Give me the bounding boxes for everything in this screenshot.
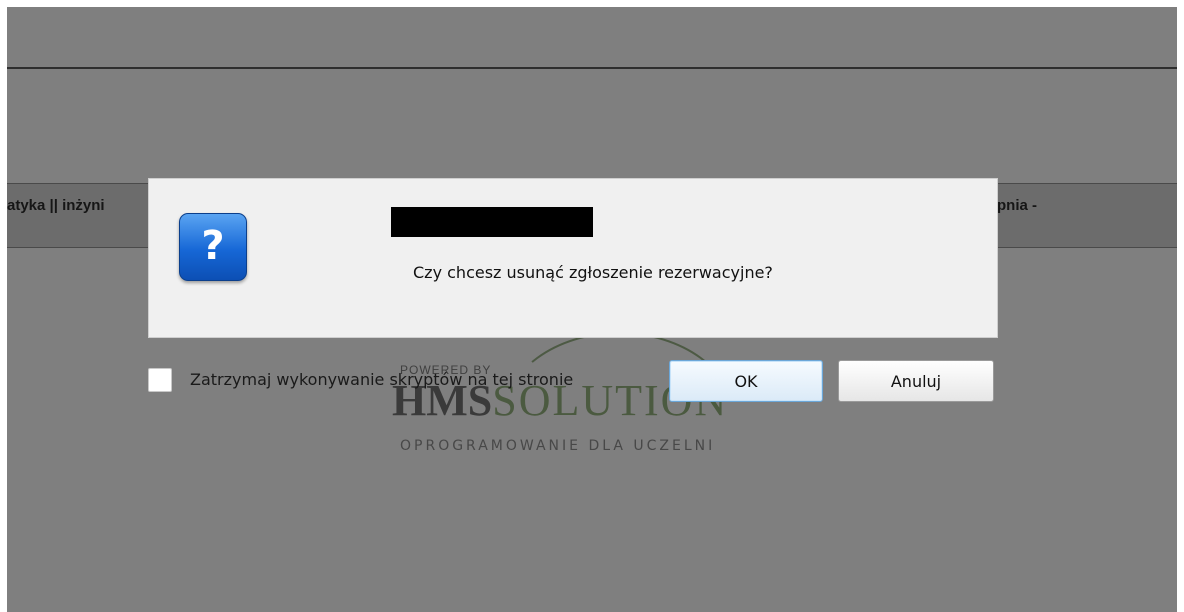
stop-scripts-label: Zatrzymaj wykonywanie skryptów na tej st… — [190, 370, 574, 389]
band-left-text: atyka || inżyni — [7, 197, 105, 214]
cancel-button[interactable]: Anuluj — [838, 360, 994, 402]
confirm-dialog: ? Czy chcesz usunąć zgłoszenie rezerwacy… — [148, 178, 998, 338]
redacted-title — [391, 207, 593, 237]
stop-scripts-checkbox[interactable] — [148, 368, 172, 392]
header-divider — [7, 67, 1177, 69]
dialog-message: Czy chcesz usunąć zgłoszenie rezerwacyjn… — [413, 263, 773, 282]
question-icon: ? — [179, 213, 247, 281]
ok-button[interactable]: OK — [669, 360, 823, 402]
logo-tagline: OPROGRAMOWANIE DLA UCZELNI — [400, 438, 716, 454]
band-right-text: pnia - — [997, 197, 1037, 214]
